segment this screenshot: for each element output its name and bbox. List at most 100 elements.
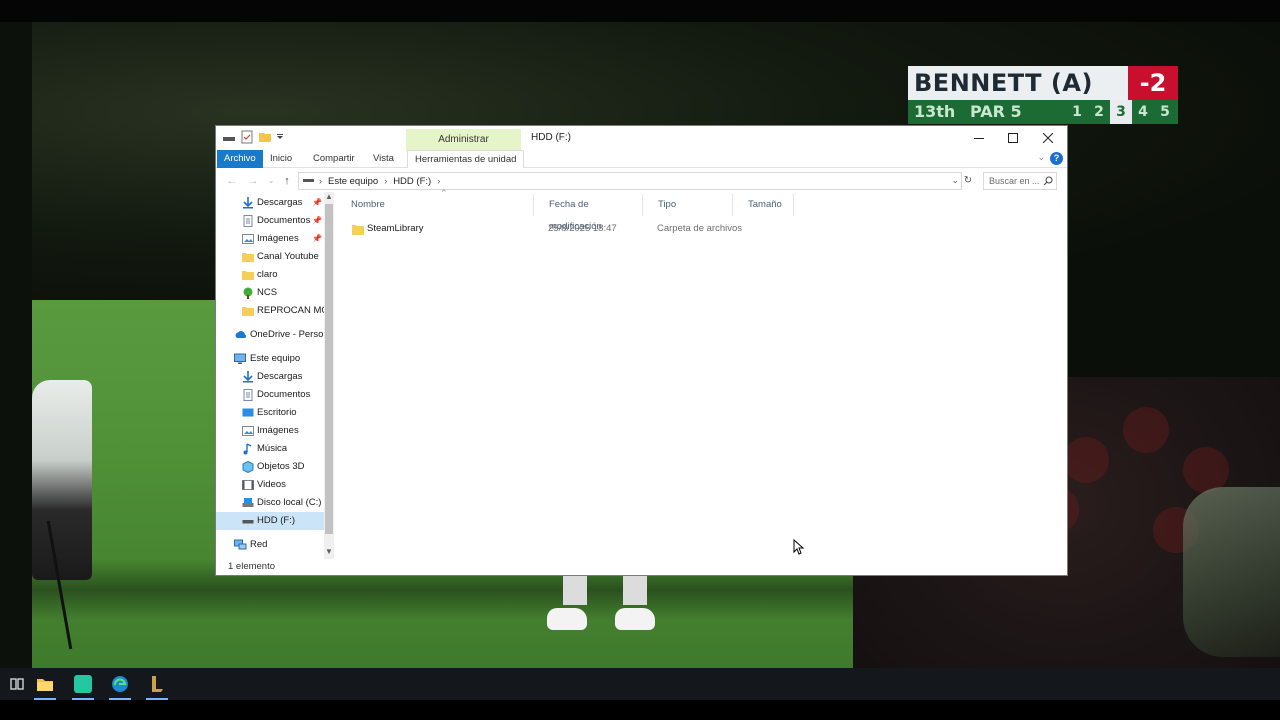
edge-icon[interactable] (103, 668, 137, 700)
sidebar-item-hdd[interactable]: HDD (F:) (216, 512, 324, 530)
up-button[interactable]: ↑ (279, 173, 295, 189)
document-icon (242, 389, 254, 401)
sidebar-item-reprocan[interactable]: REPROCAN MOI (216, 302, 324, 320)
download-arrow-icon (242, 197, 254, 209)
breadcrumb-separator-icon[interactable]: › (317, 176, 324, 186)
address-dropdown-icon[interactable]: ⌄ (951, 175, 959, 186)
tab-herramientas-de-unidad[interactable]: Herramientas de unidad (407, 150, 525, 168)
tab-vista[interactable]: Vista (366, 150, 401, 168)
forward-button[interactable]: → (245, 173, 261, 189)
nav-scrollbar[interactable]: ▲ ▼ (324, 192, 334, 559)
top-letterbox (0, 0, 1280, 22)
sidebar-item-objetos-3d[interactable]: Objetos 3D (216, 458, 324, 476)
sidebar-item-label: Disco local (C:) (257, 497, 322, 508)
sidebar-item-este-equipo[interactable]: Este equipo (216, 350, 324, 368)
pin-icon[interactable]: 📌 (312, 230, 322, 248)
file-type: Carpeta de archivos (657, 223, 743, 234)
sidebar-item-descargas[interactable]: Descargas 📌 (216, 194, 324, 212)
file-explorer-icon[interactable] (28, 668, 62, 700)
customize-caret-icon[interactable] (276, 130, 284, 144)
player-feet (545, 575, 660, 630)
sidebar-item-ncs[interactable]: NCS (216, 284, 324, 302)
cloud-icon (234, 329, 247, 341)
app-icon[interactable] (66, 668, 100, 700)
expand-ribbon-icon[interactable]: ⌄ (1037, 152, 1045, 163)
sidebar-item-label: REPROCAN MOI (257, 305, 324, 316)
folder-icon (242, 305, 254, 317)
sidebar-item-descargas-pc[interactable]: Descargas (216, 368, 324, 386)
scoreboard-score: -2 (1128, 66, 1178, 100)
recent-locations-icon[interactable]: ⌄ (263, 173, 279, 189)
window-title: HDD (F:) (531, 132, 571, 143)
sidebar-item-label: Objetos 3D (257, 461, 305, 472)
golf-scoreboard: BENNETT (A) -2 13th PAR 5 1 2 3 4 5 (908, 66, 1178, 124)
sidebar-item-escritorio[interactable]: Escritorio (216, 404, 324, 422)
sidebar-item-documentos[interactable]: Documentos 📌 (216, 212, 324, 230)
pin-icon[interactable]: 📌 (312, 212, 322, 230)
download-arrow-icon (242, 371, 254, 383)
hole-number-current: 3 (1110, 100, 1132, 124)
launcher-icon[interactable] (140, 668, 174, 700)
context-tab-administrar[interactable]: Administrar (406, 129, 521, 151)
minimize-button[interactable] (962, 126, 996, 150)
close-button[interactable] (1031, 126, 1065, 150)
desktop-icon (242, 407, 254, 419)
sidebar-item-disco-local[interactable]: Disco local (C:) (216, 494, 324, 512)
sidebar-item-claro[interactable]: claro (216, 266, 324, 284)
sidebar-item-label: Imágenes (257, 425, 299, 436)
music-icon (242, 443, 254, 455)
new-folder-icon[interactable] (258, 130, 272, 144)
sidebar-item-canal-youtube[interactable]: Canal Youtube (216, 248, 324, 266)
file-list-pane: ⌃ Nombre Fecha de modificación Tipo Tama… (336, 188, 1067, 559)
file-explorer-window: Administrar HDD (F:) Archivo Inicio Comp… (216, 126, 1067, 575)
sidebar-item-label: Documentos (257, 389, 311, 400)
search-input[interactable]: Buscar en ... (983, 172, 1057, 190)
column-fecha[interactable]: Fecha de modificación (533, 194, 641, 232)
ribbon-tabs: Archivo Inicio Compartir Vista Herramien… (216, 150, 1067, 168)
video-icon (242, 479, 254, 491)
breadcrumb-este-equipo[interactable]: Este equipo (324, 176, 382, 187)
scoreboard-par: PAR 5 (970, 102, 1022, 121)
help-icon[interactable]: ? (1050, 152, 1063, 165)
pin-icon[interactable]: 📌 (312, 194, 322, 212)
back-button[interactable]: ← (224, 173, 240, 189)
quick-access-toolbar (222, 130, 284, 144)
maximize-button[interactable] (996, 126, 1030, 150)
folder-icon (352, 223, 364, 243)
file-row[interactable]: SteamLibrary 25/8/2025 18:47 Carpeta de … (336, 219, 1067, 239)
address-bar[interactable]: › Este equipo › HDD (F:) › ⌄ (298, 172, 962, 190)
tab-inicio[interactable]: Inicio (263, 150, 299, 168)
sidebar-item-label: Videos (257, 479, 286, 490)
title-bar: Administrar HDD (F:) (216, 126, 1067, 151)
folder-icon (242, 251, 254, 263)
sidebar-item-label: Música (257, 443, 288, 454)
sidebar-item-imagenes-pc[interactable]: Imágenes (216, 422, 324, 440)
breadcrumb-separator-icon[interactable]: › (435, 176, 442, 186)
refresh-button[interactable]: ↻ (960, 172, 976, 190)
tab-archivo[interactable]: Archivo (217, 150, 263, 168)
column-tamano[interactable]: Tamaño (732, 194, 794, 216)
sidebar-item-videos[interactable]: Videos (216, 476, 324, 494)
breadcrumb-hdd[interactable]: HDD (F:) (389, 176, 435, 187)
scroll-down-icon[interactable]: ▼ (324, 547, 334, 556)
left-edge (0, 22, 32, 670)
properties-icon[interactable] (240, 130, 254, 144)
tree-folder-icon (242, 287, 254, 299)
sidebar-item-red[interactable]: Red (216, 536, 324, 554)
navigation-pane: Descargas 📌 Documentos 📌 Imágenes 📌 Cana… (216, 192, 334, 559)
scrollbar-thumb[interactable] (325, 204, 333, 534)
scoreboard-holes: 1 2 3 4 5 (1066, 100, 1176, 124)
column-nombre[interactable]: Nombre (336, 194, 532, 216)
sidebar-item-musica[interactable]: Música (216, 440, 324, 458)
breadcrumb-separator-icon[interactable]: › (382, 176, 389, 186)
sidebar-item-onedrive[interactable]: OneDrive - Persor (216, 326, 324, 344)
sidebar-item-label: Imágenes (257, 233, 299, 244)
cube-icon (242, 460, 254, 474)
column-tipo[interactable]: Tipo (642, 194, 732, 216)
drive-icon (242, 515, 254, 527)
hole-number: 1 (1072, 104, 1082, 120)
scroll-up-icon[interactable]: ▲ (324, 192, 334, 201)
tab-compartir[interactable]: Compartir (306, 150, 362, 168)
sidebar-item-imagenes[interactable]: Imágenes 📌 (216, 230, 324, 248)
sidebar-item-documentos-pc[interactable]: Documentos (216, 386, 324, 404)
